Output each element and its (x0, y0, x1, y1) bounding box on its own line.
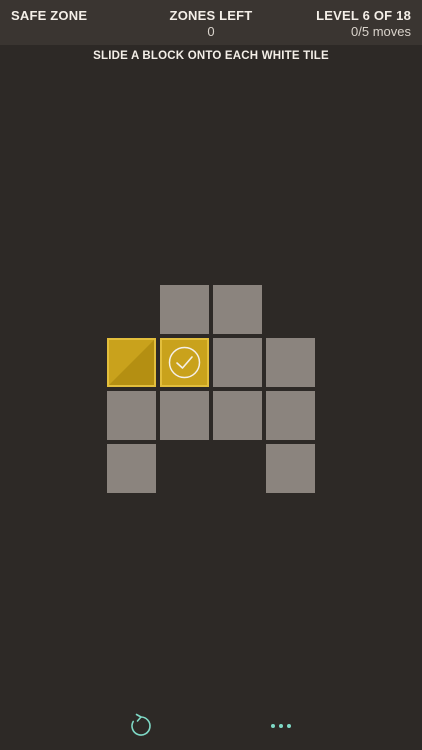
check-circle-icon (168, 346, 201, 379)
sliding-block-on-target[interactable] (160, 338, 209, 387)
board-tile[interactable] (213, 285, 262, 334)
board-tile[interactable] (266, 338, 315, 387)
board-tile[interactable] (213, 338, 262, 387)
board-tile[interactable] (160, 285, 209, 334)
more-options-icon[interactable] (266, 718, 296, 734)
refresh-icon[interactable] (128, 713, 154, 739)
board-tile[interactable] (266, 391, 315, 440)
board-tile[interactable] (213, 391, 262, 440)
board-tile[interactable] (266, 444, 315, 493)
board-tile[interactable] (107, 391, 156, 440)
game-board (0, 0, 422, 750)
sliding-block[interactable] (107, 338, 156, 387)
board-tile[interactable] (107, 444, 156, 493)
block-shading (109, 340, 154, 385)
board-tile[interactable] (160, 391, 209, 440)
